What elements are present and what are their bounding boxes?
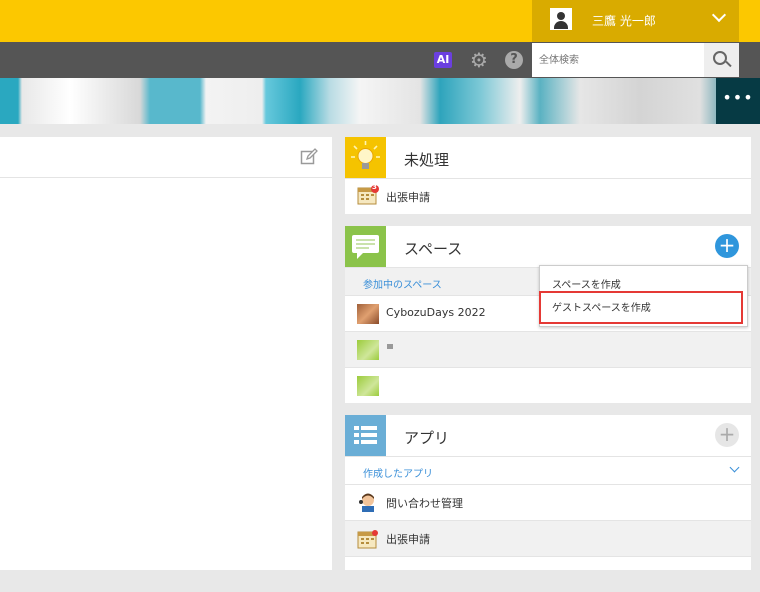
space-item-private[interactable] — [345, 331, 751, 367]
app-item-inquiry[interactable]: 問い合わせ管理 — [345, 484, 751, 520]
unprocessed-item[interactable]: 3 出張申請 — [345, 178, 751, 214]
app-item-partial[interactable] — [345, 556, 751, 592]
menu-create-space[interactable]: スペースを作成 — [552, 276, 621, 291]
help-icon[interactable]: ? — [505, 51, 523, 69]
unprocessed-badge: 3 — [372, 183, 377, 191]
app-list-icon — [345, 415, 386, 456]
space-title: スペース — [404, 240, 463, 258]
app-item-trip[interactable]: 出張申請 — [345, 520, 751, 556]
calendar-icon — [357, 530, 378, 549]
app-title: アプリ — [404, 429, 450, 447]
space-section-label: 参加中のスペース — [363, 280, 442, 291]
edit-icon[interactable] — [300, 148, 318, 166]
chevron-down-icon[interactable] — [729, 462, 740, 473]
app-section-header[interactable]: 作成したアプリ — [345, 456, 751, 484]
app-item-label: 問い合わせ管理 — [386, 497, 463, 510]
header-banner — [0, 78, 760, 124]
user-menu[interactable]: 三鷹 光一郎 — [532, 0, 739, 42]
space-item-other[interactable] — [345, 367, 751, 403]
more-options-button[interactable]: ••• — [716, 78, 760, 124]
lightbulb-icon — [345, 137, 386, 178]
space-thumbnail-icon — [357, 376, 379, 396]
support-person-icon — [359, 493, 374, 512]
add-space-button[interactable]: + — [715, 234, 739, 258]
space-thumbnail-icon — [357, 340, 379, 360]
notice-panel — [0, 137, 332, 570]
search-button[interactable] — [704, 43, 739, 77]
speech-bubble-icon — [345, 226, 386, 267]
space-thumbnail-icon — [357, 304, 379, 324]
lock-icon — [387, 344, 393, 349]
app-item-label: 出張申請 — [386, 533, 430, 546]
unprocessed-title: 未処理 — [404, 151, 450, 169]
unprocessed-card: 未処理 3 出張申請 — [345, 137, 751, 214]
highlight-box — [539, 291, 743, 324]
unprocessed-item-label: 出張申請 — [386, 191, 430, 204]
search-input[interactable] — [532, 43, 704, 77]
app-section-label: 作成したアプリ — [363, 469, 433, 480]
app-card: アプリ + 作成したアプリ 問い合わせ管理 出張申請 — [345, 415, 751, 570]
gear-icon[interactable]: ⚙ — [469, 50, 489, 70]
search-icon — [713, 51, 727, 65]
ai-icon[interactable]: AI — [434, 52, 452, 68]
user-name: 三鷹 光一郎 — [592, 14, 656, 28]
space-item-label: CybozuDays 2022 — [386, 306, 486, 319]
chevron-down-icon — [711, 7, 727, 23]
user-avatar-icon — [550, 8, 572, 30]
add-app-button[interactable]: + — [715, 423, 739, 447]
